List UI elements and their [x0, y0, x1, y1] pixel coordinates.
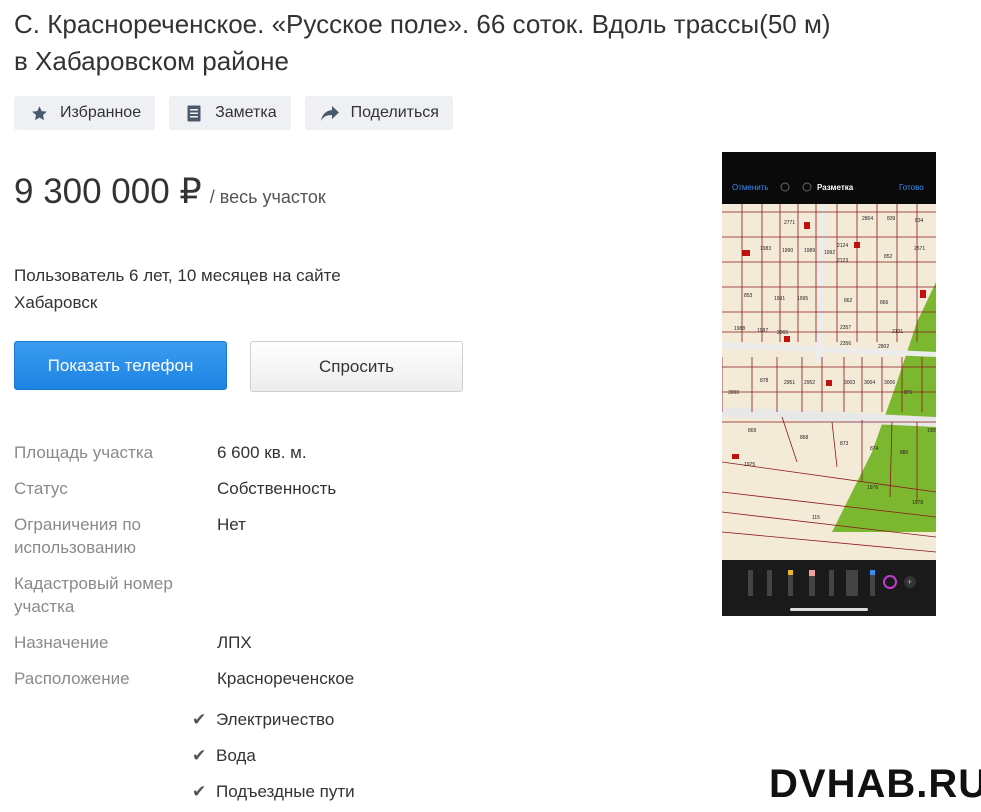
plot-number: 1978	[912, 500, 923, 506]
plot-number: 880	[900, 450, 909, 456]
plot-number: 2952	[804, 380, 815, 386]
seller-city: Хабаровск	[14, 293, 98, 312]
star-icon	[30, 104, 48, 122]
plot-number: 3000	[728, 390, 739, 396]
ask-button[interactable]: Спросить	[250, 341, 463, 392]
listing-actions: Избранное Заметка Поделиться	[14, 96, 453, 130]
seller-since: Пользователь 6 лет, 10 месяцев на сайте	[14, 266, 341, 285]
plot-number: 1992	[824, 250, 835, 256]
param-row: Кадастровый номер участка	[14, 572, 484, 618]
plot-number: 3006	[884, 380, 895, 386]
plot-number: 862	[844, 298, 853, 304]
check-icon: ✔	[192, 746, 207, 765]
param-label: Назначение	[14, 633, 109, 652]
param-row: Площадь участка 6 600 кв. м.	[14, 441, 484, 464]
plot-number: 115	[812, 515, 820, 521]
favorite-button[interactable]: Избранное	[14, 96, 156, 130]
plot-number: 1905	[927, 428, 936, 434]
plot-number: 2123	[837, 258, 848, 264]
price: 9 300 000 ₽ / весь участок	[14, 172, 326, 212]
note-icon	[185, 104, 203, 122]
features-list: ✔ Электричество ✔ Вода ✔ Подъездные пути	[192, 702, 355, 810]
param-value: ЛПХ	[217, 633, 252, 652]
plot-number: 2965	[777, 330, 788, 336]
plot-number: 878	[760, 378, 769, 384]
photo-cancel: Отменить	[732, 183, 769, 192]
plot-number: 2951	[784, 380, 795, 386]
plot-number: 852	[884, 254, 893, 260]
param-value: Краснореченское	[217, 669, 355, 688]
share-label: Поделиться	[350, 104, 439, 121]
check-icon: ✔	[192, 782, 207, 801]
param-value: Нет	[217, 515, 246, 534]
plot-number: 3003	[844, 380, 855, 386]
plot-number: 1987	[757, 328, 768, 334]
plot-number: 866	[880, 300, 889, 306]
plot-number: 1995	[797, 296, 808, 302]
param-label: Статус	[14, 479, 68, 498]
plot-number: 874	[870, 446, 879, 452]
share-button[interactable]: Поделиться	[304, 96, 453, 130]
plot-number: 839	[887, 216, 896, 222]
plot-number: 1983	[760, 246, 771, 252]
favorite-label: Избранное	[60, 104, 142, 121]
plot-number: 868	[800, 435, 809, 441]
plot-number: 2356	[840, 341, 851, 347]
photo-done: Готово	[899, 183, 924, 192]
seller-info: Пользователь 6 лет, 10 месяцев на сайте …	[14, 262, 341, 316]
feature-item: ✔ Подъездные пути	[192, 774, 355, 810]
param-label: Расположение	[14, 669, 130, 688]
plot-number: 2131	[892, 329, 903, 335]
show-phone-button[interactable]: Показать телефон	[14, 341, 227, 390]
param-row: Расположение Краснореченское	[14, 667, 484, 690]
feature-label: Электричество	[216, 710, 335, 729]
plot-number: 871	[904, 390, 913, 396]
plot-number: 2864	[862, 216, 873, 222]
plot-number: 2124	[837, 243, 848, 249]
param-row: Статус Собственность	[14, 477, 484, 500]
photo-title: Разметка	[817, 183, 854, 192]
plot-number: 2802	[878, 344, 889, 350]
param-value: 6 600 кв. м.	[217, 443, 307, 462]
plot-number: 2571	[914, 246, 925, 252]
home-indicator	[790, 608, 868, 611]
listing-title: С. Краснореченское. «Русское поле». 66 с…	[14, 9, 831, 76]
feature-label: Подъездные пути	[216, 782, 355, 801]
plot-number: 1976	[867, 485, 878, 491]
param-label: Ограничения по использованию	[14, 515, 142, 557]
plot-number: 869	[748, 428, 757, 434]
plot-number: 853	[744, 293, 753, 299]
plot-number: 873	[840, 441, 849, 447]
share-icon	[320, 104, 339, 122]
note-label: Заметка	[215, 104, 277, 121]
param-row: Назначение ЛПХ	[14, 631, 484, 654]
plot-number: 1991	[774, 296, 785, 302]
plot-number: 1988	[734, 326, 745, 332]
param-label: Площадь участка	[14, 443, 154, 462]
param-value: Собственность	[217, 479, 337, 498]
plot-number: 2357	[840, 325, 851, 331]
plot-number: 834	[915, 218, 924, 224]
svg-text:+: +	[907, 577, 912, 587]
feature-item: ✔ Вода	[192, 738, 355, 774]
listing-photo[interactable]: Отменить Разметка Готово 2771 2864 839 8…	[722, 152, 936, 616]
plot-number: 1990	[782, 248, 793, 254]
price-amount: 9 300 000 ₽	[14, 172, 202, 211]
check-icon: ✔	[192, 710, 207, 729]
params-table: Площадь участка 6 600 кв. м. Статус Собс…	[14, 441, 484, 703]
param-label: Кадастровый номер участка	[14, 574, 173, 616]
feature-label: Вода	[216, 746, 256, 765]
plot-number: 2771	[784, 220, 795, 226]
cadastral-map-image: Отменить Разметка Готово 2771 2864 839 8…	[722, 152, 936, 616]
param-row: Ограничения по использованию Нет	[14, 513, 484, 559]
plot-number: 3004	[864, 380, 875, 386]
plot-number: 1975	[744, 462, 755, 468]
feature-item: ✔ Электричество	[192, 702, 355, 738]
price-unit: / весь участок	[209, 187, 326, 207]
note-button[interactable]: Заметка	[169, 96, 291, 130]
plot-number: 1989	[804, 248, 815, 254]
site-watermark: DVHAB.RU	[769, 762, 981, 806]
